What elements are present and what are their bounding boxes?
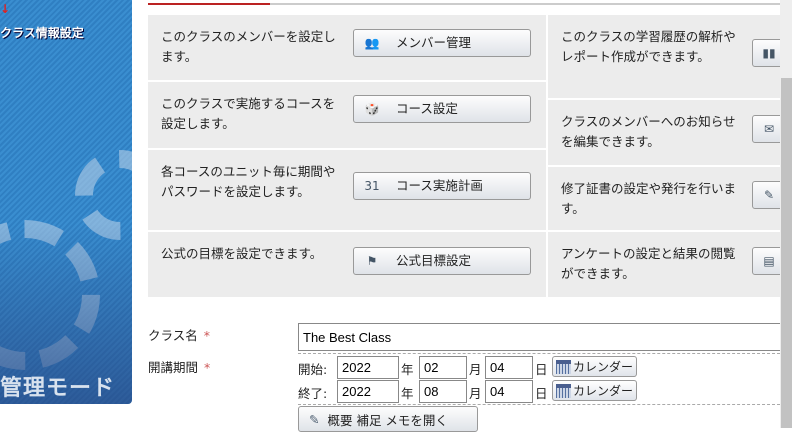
class-name-input[interactable] xyxy=(298,323,788,351)
required-mark: * xyxy=(204,360,211,375)
description: このクラスのメンバーを設定します。 xyxy=(161,29,336,64)
bar-chart-icon: ▮▮ xyxy=(762,46,776,60)
section-title: クラス情報設定 xyxy=(0,26,84,40)
pencil-icon: ✎ xyxy=(309,411,320,427)
certificate-icon: ✎ xyxy=(763,188,775,202)
start-year-input[interactable] xyxy=(337,356,399,379)
month-unit: 月 xyxy=(469,386,482,401)
open-memo-button[interactable]: ✎ 概要 補足 メモを開く xyxy=(298,406,478,432)
class-name-label: クラス名 * xyxy=(148,328,211,343)
menu-cell-survey: アンケートの設定と結果の閲覧ができます。 ▤ xyxy=(548,232,792,297)
scrollbar[interactable] xyxy=(780,0,792,428)
mode-label: 管理モード xyxy=(0,376,116,401)
arrow-icon: ↓ xyxy=(0,2,11,16)
description: アンケートの設定と結果の閲覧ができます。 xyxy=(561,246,736,281)
period-label: 開講期間 * xyxy=(148,360,211,375)
end-month-input[interactable] xyxy=(419,380,467,403)
month-unit: 月 xyxy=(469,362,482,377)
menu-cell-certificate: 修了証書の設定や発行を行います。 ✎ xyxy=(548,167,792,230)
year-unit: 年 xyxy=(401,362,414,377)
start-month-input[interactable] xyxy=(419,356,467,379)
official-goal-button[interactable]: ⚑ 公式目標設定 xyxy=(353,247,531,275)
menu-cell-plan: 各コースのユニット毎に期間やパスワードを設定します。 31 コース実施計画 xyxy=(148,150,546,230)
menu-cell-notice: クラスのメンバーへのお知らせを編集できます。 ✉ xyxy=(548,100,792,165)
button-label: コース設定 xyxy=(396,101,458,116)
members-icon: 👥 xyxy=(364,36,380,50)
flag-icon: ⚑ xyxy=(366,254,378,268)
required-mark: * xyxy=(203,328,211,343)
description: 公式の目標を設定できます。 xyxy=(161,246,323,261)
calendar-icon xyxy=(556,359,571,374)
description: 各コースのユニット毎に期間やパスワードを設定します。 xyxy=(161,164,336,199)
sidebar-banner: ↓ クラス情報設定 管理モード xyxy=(0,0,132,404)
start-calendar-button[interactable]: カレンダー xyxy=(552,356,638,377)
day-unit: 日 xyxy=(535,362,548,377)
course-settings-button[interactable]: 🎲 コース設定 xyxy=(353,95,531,123)
year-unit: 年 xyxy=(401,386,414,401)
calendar-icon xyxy=(556,383,571,398)
description: このクラスの学習履歴の解析やレポート作成ができます。 xyxy=(561,29,736,64)
start-day-input[interactable] xyxy=(485,356,533,379)
divider xyxy=(298,353,780,354)
end-calendar-button[interactable]: カレンダー xyxy=(552,380,638,401)
scrollbar-thumb[interactable] xyxy=(781,78,792,428)
menu-cell-goal: 公式の目標を設定できます。 ⚑ 公式目標設定 xyxy=(148,232,546,297)
end-label: 終了: xyxy=(298,386,328,401)
end-day-input[interactable] xyxy=(485,380,533,403)
notice-icon: ✉ xyxy=(763,122,775,136)
start-label: 開始: xyxy=(298,362,328,377)
course-icon: 🎲 xyxy=(364,102,380,116)
calendar-icon: 31 xyxy=(364,179,380,193)
divider xyxy=(298,404,780,405)
tab-underline xyxy=(148,3,780,5)
survey-icon: ▤ xyxy=(763,254,775,268)
menu-cell-members: このクラスのメンバーを設定します。 👥 メンバー管理 xyxy=(148,15,546,80)
description: クラスのメンバーへのお知らせを編集できます。 xyxy=(561,114,736,149)
button-label: コース実施計画 xyxy=(396,178,483,193)
menu-cell-analysis: このクラスの学習履歴の解析やレポート作成ができます。 ▮▮ xyxy=(548,15,792,98)
description: このクラスで実施するコースを設定します。 xyxy=(161,96,336,131)
day-unit: 日 xyxy=(535,386,548,401)
course-plan-button[interactable]: 31 コース実施計画 xyxy=(353,172,531,200)
button-label: 公式目標設定 xyxy=(396,253,472,268)
description: 修了証書の設定や発行を行います。 xyxy=(561,181,737,216)
end-year-input[interactable] xyxy=(337,380,399,403)
menu-cell-course: このクラスで実施するコースを設定します。 🎲 コース設定 xyxy=(148,82,546,148)
menu-grid: このクラスのメンバーを設定します。 👥 メンバー管理 このクラスで実施するコースを… xyxy=(148,15,792,297)
button-label: メンバー管理 xyxy=(396,35,472,50)
member-management-button[interactable]: 👥 メンバー管理 xyxy=(353,29,531,57)
